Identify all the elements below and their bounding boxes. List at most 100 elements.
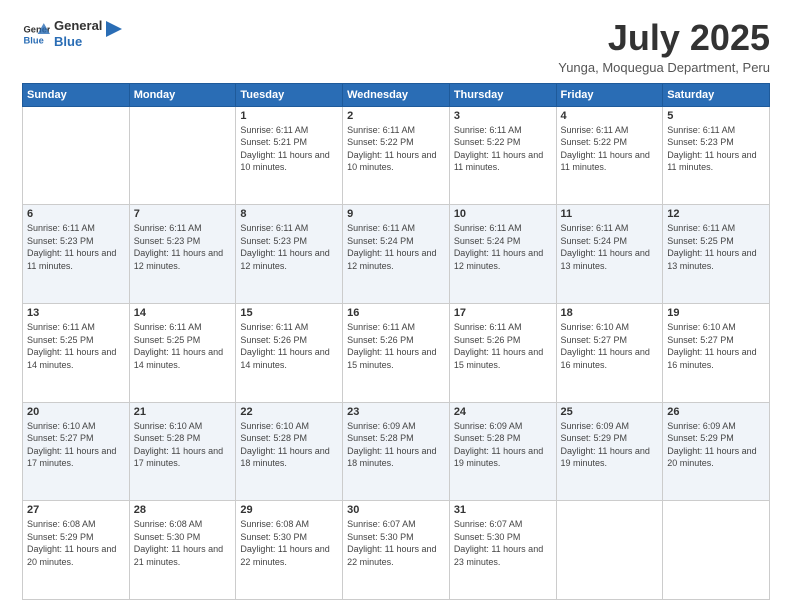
- table-row: 5 Sunrise: 6:11 AM Sunset: 5:23 PM Daylig…: [663, 106, 770, 205]
- table-row: 13 Sunrise: 6:11 AM Sunset: 5:25 PM Dayli…: [23, 303, 130, 402]
- title-area: July 2025 Yunga, Moquegua Department, Pe…: [558, 18, 770, 75]
- day-info: Sunrise: 6:11 AM Sunset: 5:24 PM Dayligh…: [561, 222, 659, 272]
- day-number: 2: [347, 110, 445, 122]
- day-info: Sunrise: 6:07 AM Sunset: 5:30 PM Dayligh…: [347, 518, 445, 568]
- day-number: 16: [347, 307, 445, 319]
- day-number: 10: [454, 208, 552, 220]
- day-info: Sunrise: 6:11 AM Sunset: 5:23 PM Dayligh…: [134, 222, 232, 272]
- page: General Blue General Blue July 2025 Yung…: [0, 0, 792, 612]
- day-number: 24: [454, 406, 552, 418]
- day-number: 11: [561, 208, 659, 220]
- day-info: Sunrise: 6:10 AM Sunset: 5:27 PM Dayligh…: [27, 420, 125, 470]
- day-info: Sunrise: 6:11 AM Sunset: 5:24 PM Dayligh…: [347, 222, 445, 272]
- day-info: Sunrise: 6:11 AM Sunset: 5:25 PM Dayligh…: [27, 321, 125, 371]
- table-row: 26Sunrise: 6:09 AM Sunset: 5:29 PM Dayli…: [663, 402, 770, 501]
- svg-text:Blue: Blue: [24, 35, 44, 45]
- table-row: [556, 501, 663, 600]
- table-row: 17Sunrise: 6:11 AM Sunset: 5:26 PM Dayli…: [449, 303, 556, 402]
- day-number: 31: [454, 504, 552, 516]
- day-info: Sunrise: 6:08 AM Sunset: 5:29 PM Dayligh…: [27, 518, 125, 568]
- table-row: 24 Sunrise: 6:09 AM Sunset: 5:28 PM Dayli…: [449, 402, 556, 501]
- calendar-week-row: 6 Sunrise: 6:11 AM Sunset: 5:23 PM Daylig…: [23, 205, 770, 304]
- day-number: 15: [240, 307, 338, 319]
- header-sunday: Sunday: [23, 83, 130, 106]
- day-number: 13: [27, 307, 125, 319]
- day-number: 29: [240, 504, 338, 516]
- table-row: 29 Sunrise: 6:08 AM Sunset: 5:30 PM Dayli…: [236, 501, 343, 600]
- table-row: [663, 501, 770, 600]
- day-info: Sunrise: 6:11 AM Sunset: 5:23 PM Dayligh…: [27, 222, 125, 272]
- table-row: [23, 106, 130, 205]
- day-number: 6: [27, 208, 125, 220]
- day-number: 8: [240, 208, 338, 220]
- table-row: 20 Sunrise: 6:10 AM Sunset: 5:27 PM Dayli…: [23, 402, 130, 501]
- day-number: 17: [454, 307, 552, 319]
- day-number: 12: [667, 208, 765, 220]
- day-info: Sunrise: 6:11 AM Sunset: 5:21 PM Dayligh…: [240, 124, 338, 174]
- day-info: Sunrise: 6:11 AM Sunset: 5:23 PM Dayligh…: [667, 124, 765, 174]
- location-title: Yunga, Moquegua Department, Peru: [558, 60, 770, 75]
- table-row: 18 Sunrise: 6:10 AM Sunset: 5:27 PM Dayli…: [556, 303, 663, 402]
- day-info: Sunrise: 6:07 AM Sunset: 5:30 PM Dayligh…: [454, 518, 552, 568]
- day-number: 7: [134, 208, 232, 220]
- calendar-week-row: 13 Sunrise: 6:11 AM Sunset: 5:25 PM Dayli…: [23, 303, 770, 402]
- day-info: Sunrise: 6:11 AM Sunset: 5:22 PM Dayligh…: [454, 124, 552, 174]
- table-row: 11 Sunrise: 6:11 AM Sunset: 5:24 PM Dayli…: [556, 205, 663, 304]
- table-row: 10Sunrise: 6:11 AM Sunset: 5:24 PM Dayli…: [449, 205, 556, 304]
- day-number: 28: [134, 504, 232, 516]
- day-number: 14: [134, 307, 232, 319]
- day-number: 22: [240, 406, 338, 418]
- calendar-table: Sunday Monday Tuesday Wednesday Thursday…: [22, 83, 770, 600]
- table-row: 25Sunrise: 6:09 AM Sunset: 5:29 PM Dayli…: [556, 402, 663, 501]
- table-row: 15 Sunrise: 6:11 AM Sunset: 5:26 PM Dayli…: [236, 303, 343, 402]
- day-info: Sunrise: 6:10 AM Sunset: 5:28 PM Dayligh…: [240, 420, 338, 470]
- logo-icon: General Blue: [22, 20, 50, 48]
- table-row: 27 Sunrise: 6:08 AM Sunset: 5:29 PM Dayli…: [23, 501, 130, 600]
- table-row: 31 Sunrise: 6:07 AM Sunset: 5:30 PM Dayli…: [449, 501, 556, 600]
- table-row: [129, 106, 236, 205]
- header-saturday: Saturday: [663, 83, 770, 106]
- day-info: Sunrise: 6:09 AM Sunset: 5:29 PM Dayligh…: [561, 420, 659, 470]
- day-number: 5: [667, 110, 765, 122]
- calendar-week-row: 1 Sunrise: 6:11 AM Sunset: 5:21 PM Daylig…: [23, 106, 770, 205]
- header-friday: Friday: [556, 83, 663, 106]
- calendar-week-row: 20 Sunrise: 6:10 AM Sunset: 5:27 PM Dayli…: [23, 402, 770, 501]
- table-row: 16 Sunrise: 6:11 AM Sunset: 5:26 PM Dayli…: [343, 303, 450, 402]
- table-row: 14Sunrise: 6:11 AM Sunset: 5:25 PM Dayli…: [129, 303, 236, 402]
- table-row: 2 Sunrise: 6:11 AM Sunset: 5:22 PM Daylig…: [343, 106, 450, 205]
- day-number: 27: [27, 504, 125, 516]
- table-row: 22 Sunrise: 6:10 AM Sunset: 5:28 PM Dayli…: [236, 402, 343, 501]
- day-number: 23: [347, 406, 445, 418]
- header-tuesday: Tuesday: [236, 83, 343, 106]
- calendar-week-row: 27 Sunrise: 6:08 AM Sunset: 5:29 PM Dayli…: [23, 501, 770, 600]
- day-info: Sunrise: 6:11 AM Sunset: 5:26 PM Dayligh…: [347, 321, 445, 371]
- day-info: Sunrise: 6:09 AM Sunset: 5:28 PM Dayligh…: [347, 420, 445, 470]
- day-info: Sunrise: 6:08 AM Sunset: 5:30 PM Dayligh…: [240, 518, 338, 568]
- day-info: Sunrise: 6:09 AM Sunset: 5:29 PM Dayligh…: [667, 420, 765, 470]
- day-info: Sunrise: 6:11 AM Sunset: 5:22 PM Dayligh…: [561, 124, 659, 174]
- day-number: 4: [561, 110, 659, 122]
- day-number: 18: [561, 307, 659, 319]
- day-info: Sunrise: 6:10 AM Sunset: 5:27 PM Dayligh…: [561, 321, 659, 371]
- logo: General Blue General Blue: [22, 18, 124, 49]
- day-number: 1: [240, 110, 338, 122]
- table-row: 4 Sunrise: 6:11 AM Sunset: 5:22 PM Daylig…: [556, 106, 663, 205]
- header-monday: Monday: [129, 83, 236, 106]
- header-thursday: Thursday: [449, 83, 556, 106]
- table-row: 3Sunrise: 6:11 AM Sunset: 5:22 PM Daylig…: [449, 106, 556, 205]
- day-info: Sunrise: 6:08 AM Sunset: 5:30 PM Dayligh…: [134, 518, 232, 568]
- day-number: 20: [27, 406, 125, 418]
- day-number: 19: [667, 307, 765, 319]
- table-row: 28 Sunrise: 6:08 AM Sunset: 5:30 PM Dayli…: [129, 501, 236, 600]
- table-row: 23 Sunrise: 6:09 AM Sunset: 5:28 PM Dayli…: [343, 402, 450, 501]
- day-info: Sunrise: 6:11 AM Sunset: 5:22 PM Dayligh…: [347, 124, 445, 174]
- day-number: 21: [134, 406, 232, 418]
- day-info: Sunrise: 6:09 AM Sunset: 5:28 PM Dayligh…: [454, 420, 552, 470]
- table-row: 6 Sunrise: 6:11 AM Sunset: 5:23 PM Daylig…: [23, 205, 130, 304]
- table-row: 30Sunrise: 6:07 AM Sunset: 5:30 PM Dayli…: [343, 501, 450, 600]
- header: General Blue General Blue July 2025 Yung…: [22, 18, 770, 75]
- day-info: Sunrise: 6:11 AM Sunset: 5:26 PM Dayligh…: [240, 321, 338, 371]
- logo-arrow-icon: [104, 19, 124, 39]
- table-row: 21Sunrise: 6:10 AM Sunset: 5:28 PM Dayli…: [129, 402, 236, 501]
- calendar-header-row: Sunday Monday Tuesday Wednesday Thursday…: [23, 83, 770, 106]
